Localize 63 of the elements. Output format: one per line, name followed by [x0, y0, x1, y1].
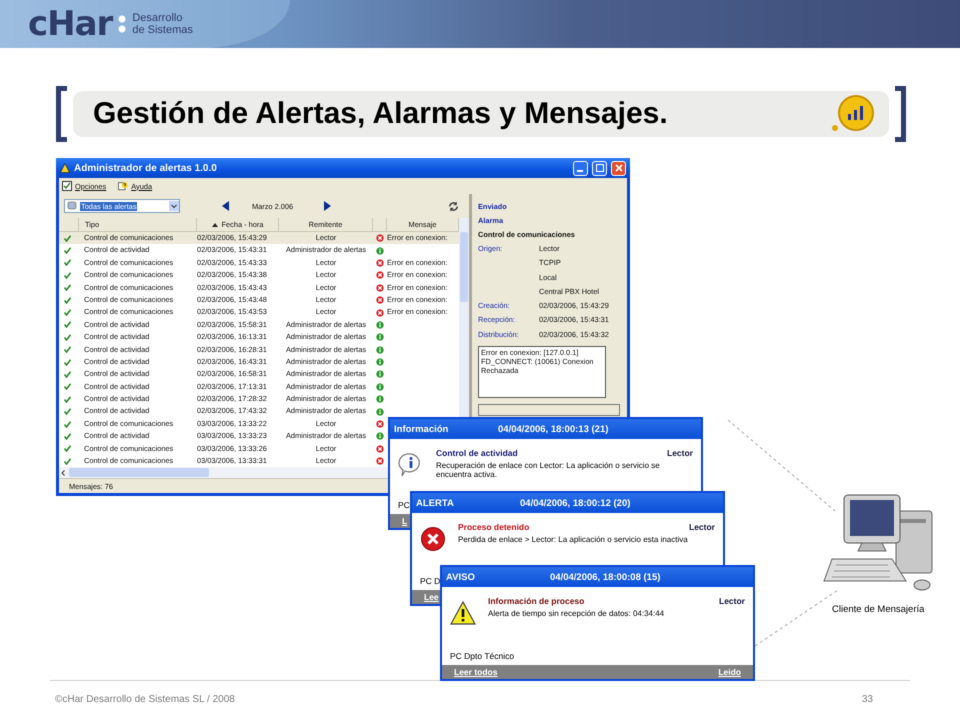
error-icon: [420, 526, 446, 552]
popup-sender: Lector: [719, 596, 745, 606]
sort-arrow-icon: [212, 222, 218, 226]
speech-bubble-icon: [67, 201, 77, 211]
help-icon: [118, 181, 128, 191]
error-icon: [376, 234, 384, 242]
error-icon: [376, 308, 384, 317]
logo-tagline: de Sistemas: [132, 24, 193, 36]
popup-subject: Proceso detenido: [458, 522, 530, 532]
info-icon: [376, 432, 384, 440]
error-icon: [376, 271, 384, 280]
error-icon: [376, 258, 384, 267]
maximize-button[interactable]: [592, 160, 607, 176]
popup-message: Perdida de enlace > Lector: La aplicación o servicio esta inactiva: [458, 535, 689, 544]
info-icon: [376, 382, 384, 391]
client-label: Cliente de Mensajería: [832, 604, 924, 615]
popup-header: Información 04/04/2006, 18:00:13 (21): [390, 419, 701, 439]
popup-sender: Lector: [689, 522, 715, 532]
error-icon: [376, 420, 384, 428]
close-icon: [614, 164, 622, 172]
popup-message: Alerta de tiempo sin recepción de datos: 04:34:44: [488, 609, 666, 618]
popup-header: ALERTA 04/04/2006, 18:00:12 (20): [412, 493, 723, 513]
previous-icon[interactable]: [222, 201, 230, 211]
info-icon: [376, 320, 384, 329]
error-icon: [376, 457, 384, 466]
info-icon: [376, 333, 384, 342]
close-button[interactable]: [611, 160, 626, 176]
maximize-icon: [596, 164, 604, 172]
warning-icon: [450, 600, 476, 626]
refresh-icon[interactable]: [448, 200, 459, 212]
copyright-text: ©cHar Desarrollo de Sistemas SL / 2008: [55, 694, 235, 705]
error-icon: [376, 444, 384, 453]
error-icon: [376, 296, 384, 304]
info-icon: [376, 346, 384, 354]
dots-icon: [118, 14, 126, 34]
popup-sender: Lector: [667, 448, 693, 458]
warning-icon: [60, 163, 70, 173]
error-icon: [376, 284, 384, 292]
popup-subject: Información de proceso: [488, 596, 584, 606]
info-icon: [376, 408, 384, 416]
minimize-button[interactable]: [573, 160, 588, 176]
computer-name: PC: [398, 500, 410, 510]
window-title: Administrador de alertas 1.0.0: [74, 162, 218, 174]
logo-tagline: Desarrollo: [132, 12, 184, 24]
checkbox-icon: [62, 181, 72, 191]
read-all-link[interactable]: L: [402, 516, 408, 526]
logo: cHar: [28, 7, 112, 41]
page-number: 33: [862, 694, 873, 705]
info-icon: [376, 370, 384, 378]
info-icon: [376, 395, 384, 404]
coin-icon: [831, 94, 875, 134]
slide-title: Gestión de Alertas, Alarmas y Mensajes.: [93, 97, 668, 131]
read-link[interactable]: Leido: [718, 667, 741, 677]
bracket: [56, 86, 67, 142]
computer-name: PC Dpto Técnico: [450, 651, 514, 661]
popup-header: AVISO 04/04/2006, 18:00:08 (15): [442, 567, 753, 587]
read-all-link[interactable]: Lee: [424, 592, 439, 602]
bracket: [895, 86, 906, 142]
info-icon: [376, 358, 384, 366]
next-icon[interactable]: [323, 201, 332, 211]
info-icon: [376, 246, 384, 255]
read-all-link[interactable]: Leer todos: [454, 667, 498, 677]
computer-name: PC D: [420, 576, 440, 586]
